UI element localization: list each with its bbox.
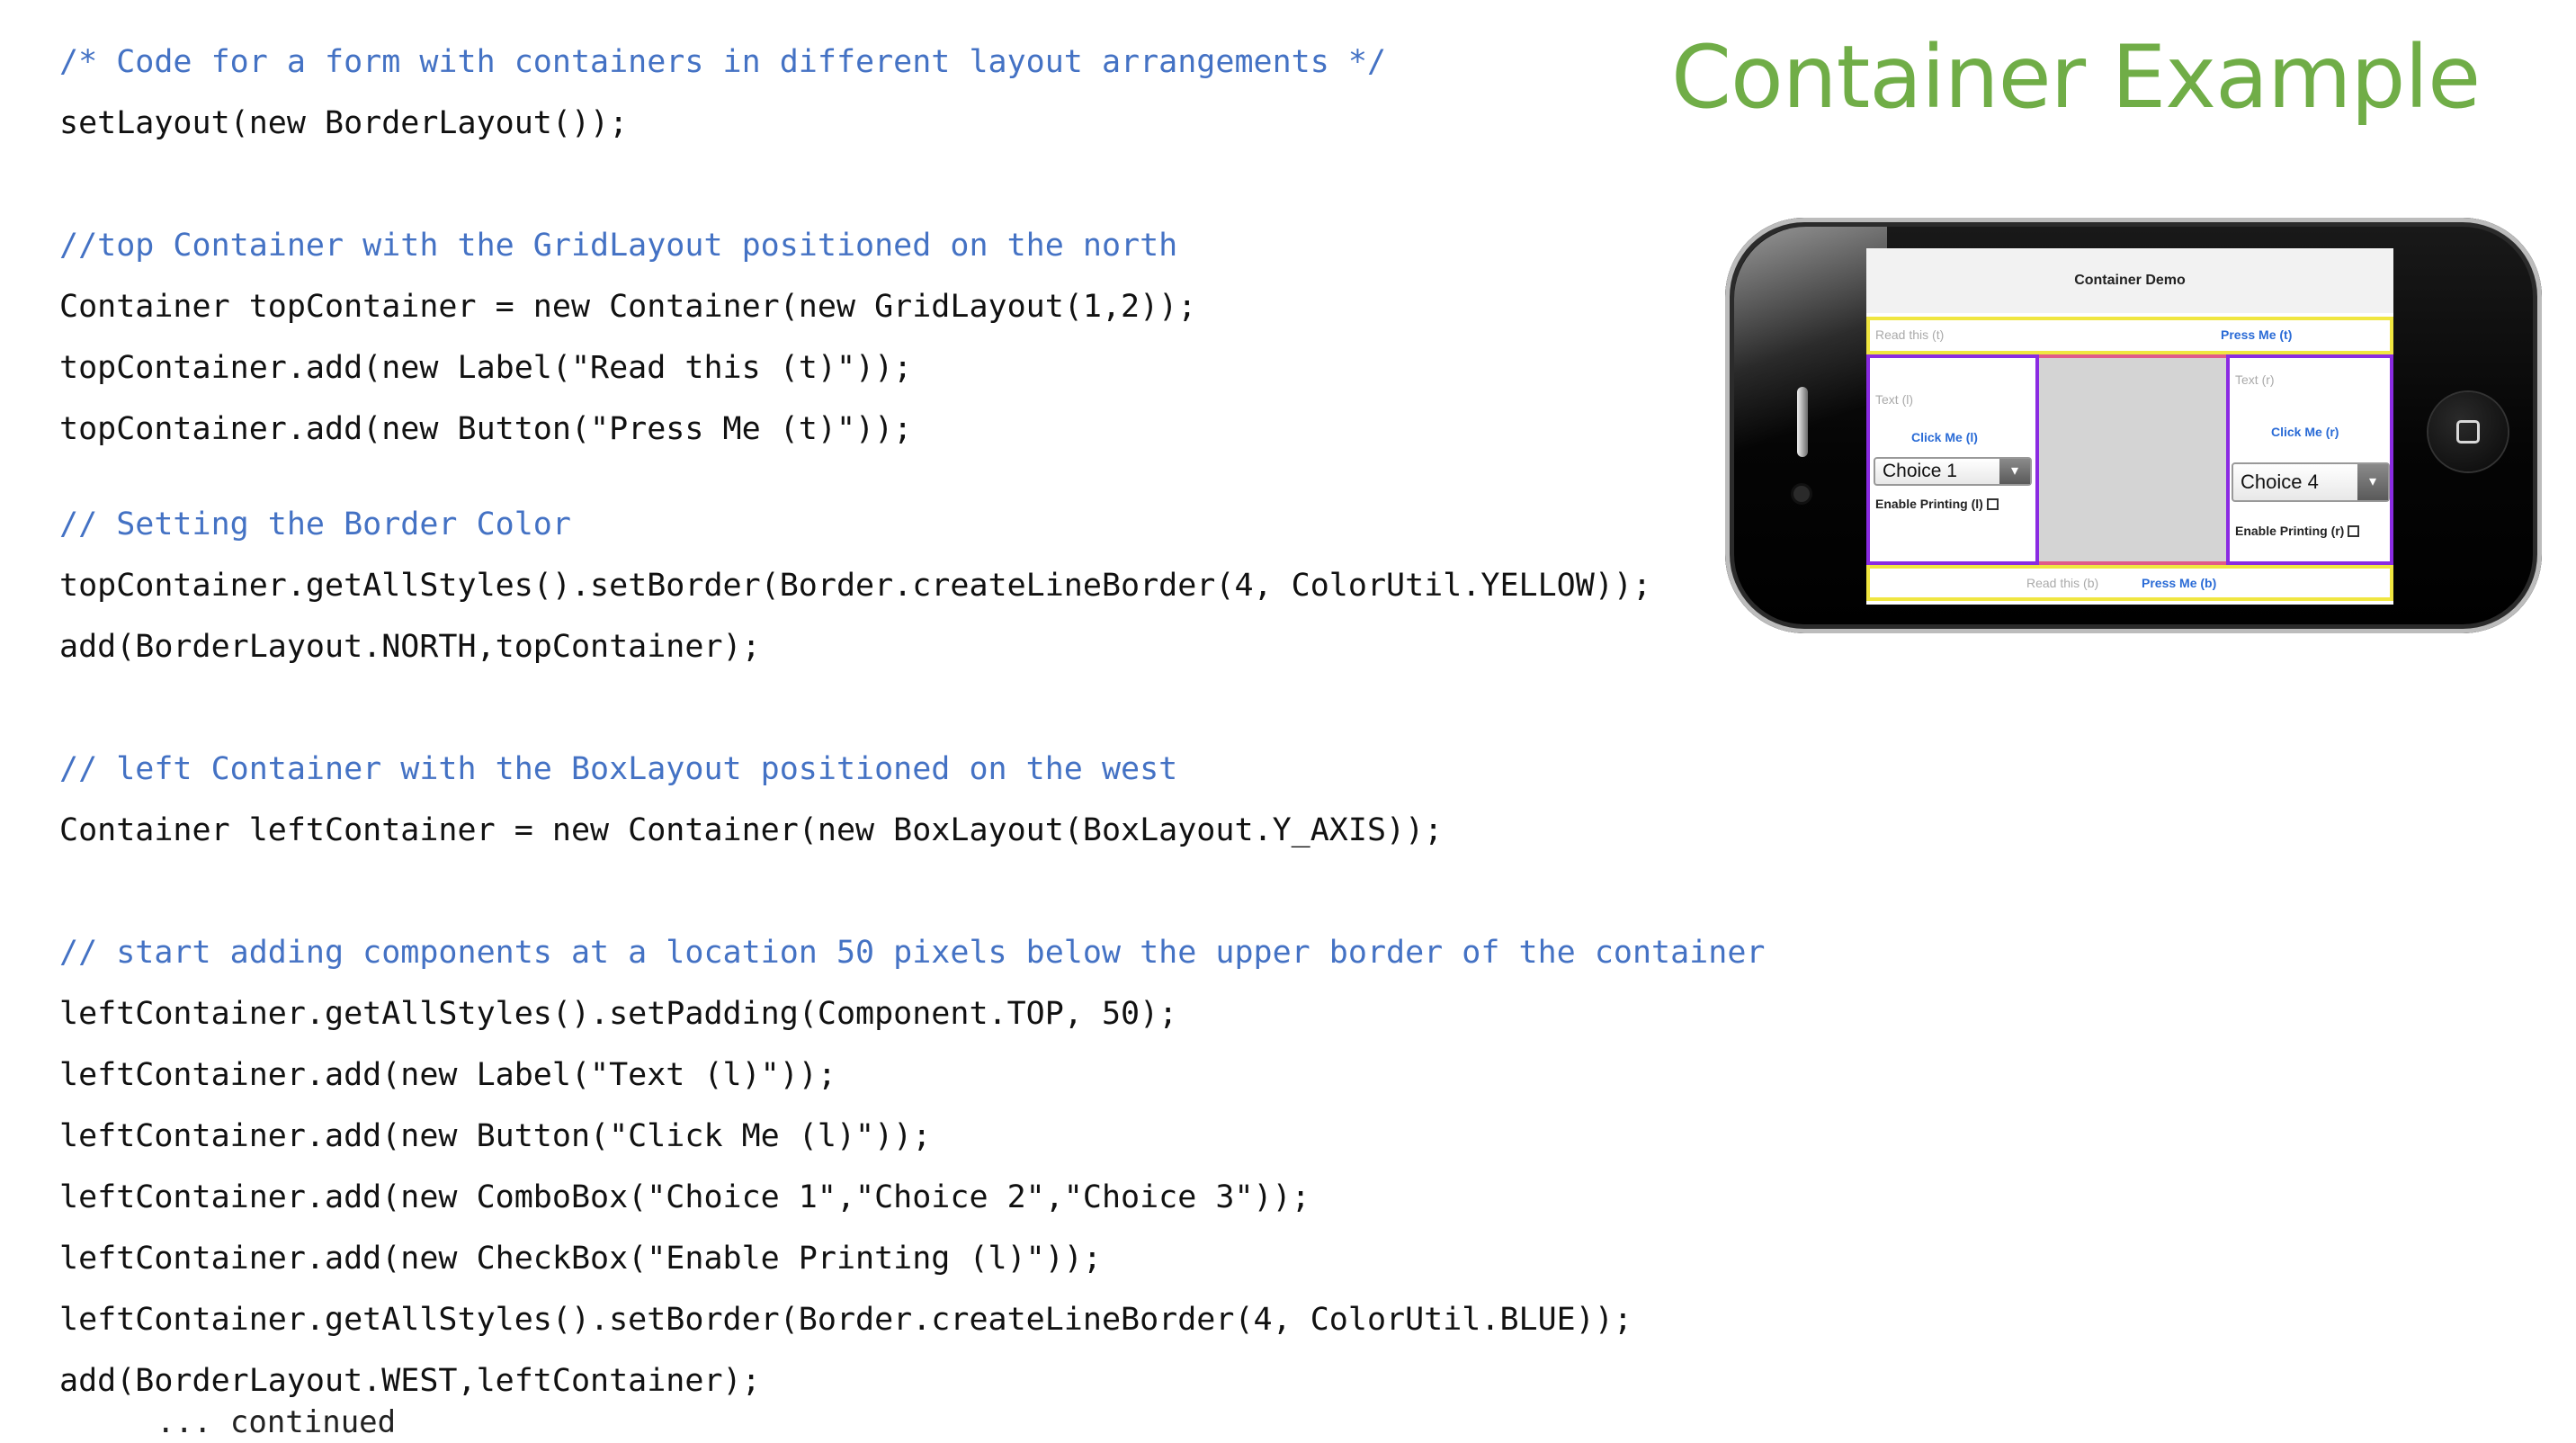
east-label: Text (r): [2235, 372, 2275, 387]
code-line: setLayout(new BorderLayout());: [59, 105, 629, 141]
chevron-down-icon: ▾: [1999, 459, 2030, 484]
east-combo-value: Choice 4: [2241, 471, 2319, 493]
code-line: // Setting the Border Color: [59, 506, 571, 542]
checkbox-icon: [1986, 498, 1999, 510]
code-line: topContainer.add(new Label("Read this (t…: [59, 350, 913, 386]
code-line: // start adding components at a location…: [59, 935, 1766, 971]
code-line: Container leftContainer = new Container(…: [59, 812, 1444, 848]
code-line: leftContainer.add(new CheckBox("Enable P…: [59, 1241, 1102, 1277]
east-checkbox[interactable]: Enable Printing (r): [2235, 524, 2360, 538]
checkbox-icon: [2348, 525, 2360, 537]
code-line: // left Container with the BoxLayout pos…: [59, 751, 1178, 787]
camera-icon: [1793, 486, 1810, 502]
code-line: add(BorderLayout.WEST,leftContainer);: [59, 1363, 761, 1399]
slide-title: Container Example: [1671, 27, 2481, 128]
continued-note: ... continued: [157, 1404, 397, 1440]
south-container: Read this (b) Press Me (b): [1866, 565, 2393, 601]
code-line: topContainer.add(new Button("Press Me (t…: [59, 411, 913, 447]
west-checkbox[interactable]: Enable Printing (l): [1875, 497, 1999, 511]
phone-mockup: Container Demo Read this (t) Press Me (t…: [1725, 218, 2542, 633]
east-checkbox-label: Enable Printing (r): [2235, 524, 2345, 538]
code-line: topContainer.getAllStyles().setBorder(Bo…: [59, 568, 1652, 604]
code-line: leftContainer.add(new ComboBox("Choice 1…: [59, 1179, 1310, 1215]
west-combo-box[interactable]: Choice 1 ▾: [1874, 457, 2032, 486]
south-press-button[interactable]: Press Me (b): [2142, 576, 2216, 590]
form-title: Container Demo: [1866, 248, 2393, 313]
home-square-icon: [2456, 420, 2480, 444]
code-line: leftContainer.getAllStyles().setBorder(B…: [59, 1302, 1632, 1338]
east-container: Text (r) Click Me (r) Choice 4 ▾ Enable …: [2226, 354, 2393, 565]
phone-screen: Container Demo Read this (t) Press Me (t…: [1866, 248, 2393, 605]
west-click-button[interactable]: Click Me (l): [1911, 430, 1978, 444]
code-line: leftContainer.add(new Button("Click Me (…: [59, 1118, 932, 1154]
west-combo-value: Choice 1: [1883, 461, 1957, 481]
volume-button-icon: [1797, 387, 1808, 457]
north-label: Read this (t): [1875, 327, 1945, 342]
north-press-button[interactable]: Press Me (t): [2221, 327, 2292, 342]
home-button[interactable]: [2428, 392, 2508, 471]
east-click-button[interactable]: Click Me (r): [2271, 425, 2339, 439]
code-line: leftContainer.add(new Label("Text (l)"))…: [59, 1057, 836, 1093]
code-line: /* Code for a form with containers in di…: [59, 44, 1387, 80]
phone-glare: [1734, 227, 1887, 497]
west-checkbox-label: Enable Printing (l): [1875, 497, 1983, 511]
east-combo-box[interactable]: Choice 4 ▾: [2232, 462, 2390, 502]
west-container: Text (l) Click Me (l) Choice 1 ▾ Enable …: [1866, 354, 2039, 565]
north-container: Read this (t) Press Me (t): [1866, 317, 2393, 354]
code-line: add(BorderLayout.NORTH,topContainer);: [59, 629, 761, 665]
chevron-down-icon: ▾: [2357, 464, 2388, 500]
west-label: Text (l): [1875, 392, 1913, 407]
south-label: Read this (b): [2026, 576, 2099, 590]
code-line: leftContainer.getAllStyles().setPadding(…: [59, 996, 1178, 1032]
center-container: [2039, 354, 2226, 565]
code-line: Container topContainer = new Container(n…: [59, 289, 1197, 325]
code-line: //top Container with the GridLayout posi…: [59, 228, 1178, 264]
